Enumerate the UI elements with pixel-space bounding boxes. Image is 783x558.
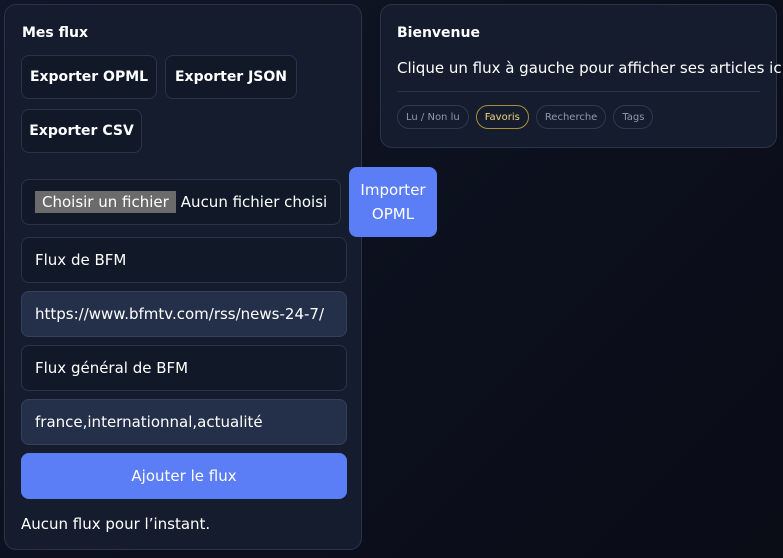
add-feed-button[interactable]: Ajouter le flux	[21, 453, 347, 499]
export-csv-button[interactable]: Exporter CSV	[21, 109, 142, 153]
feed-description-field[interactable]: Flux général de BFM	[21, 345, 347, 391]
filter-read-unread[interactable]: Lu / Non lu	[397, 105, 469, 129]
feed-tags-field[interactable]: france,internationnal,actualité	[21, 399, 347, 445]
choose-file-button[interactable]: Choisir un fichier	[35, 191, 176, 213]
feed-name-field[interactable]: Flux de BFM	[21, 237, 347, 283]
file-status: Aucun fichier choisi	[180, 193, 328, 211]
welcome-panel: Bienvenue Clique un flux à gauche pour a…	[380, 4, 783, 148]
panel-title: Mes flux	[22, 25, 89, 41]
filter-tags[interactable]: Tags	[613, 105, 654, 129]
filter-favorites[interactable]: Favoris	[475, 105, 529, 129]
filter-search[interactable]: Recherche	[535, 105, 607, 129]
welcome-text: Clique un flux à gauche pour afficher se…	[397, 59, 783, 77]
feeds-panel: Mes flux Exporter OPML Exporter JSON Exp…	[4, 4, 362, 550]
import-label-line1: Importer	[360, 181, 426, 199]
import-opml-button[interactable]: Importer OPML	[349, 167, 437, 237]
export-json-button[interactable]: Exporter JSON	[165, 55, 297, 99]
opml-file-input[interactable]: Choisir un fichier Aucun fichier choisi	[21, 179, 341, 225]
feed-url-field[interactable]: https://www.bfmtv.com/rss/news-24-7/	[21, 291, 347, 337]
import-label-line2: OPML	[371, 205, 415, 223]
empty-feeds-message: Aucun flux pour l’instant.	[21, 515, 211, 533]
filter-pills: Lu / Non lu Favoris Recherche Tags	[397, 105, 654, 129]
divider	[397, 91, 760, 92]
export-opml-button[interactable]: Exporter OPML	[21, 55, 157, 99]
welcome-title: Bienvenue	[397, 25, 480, 41]
